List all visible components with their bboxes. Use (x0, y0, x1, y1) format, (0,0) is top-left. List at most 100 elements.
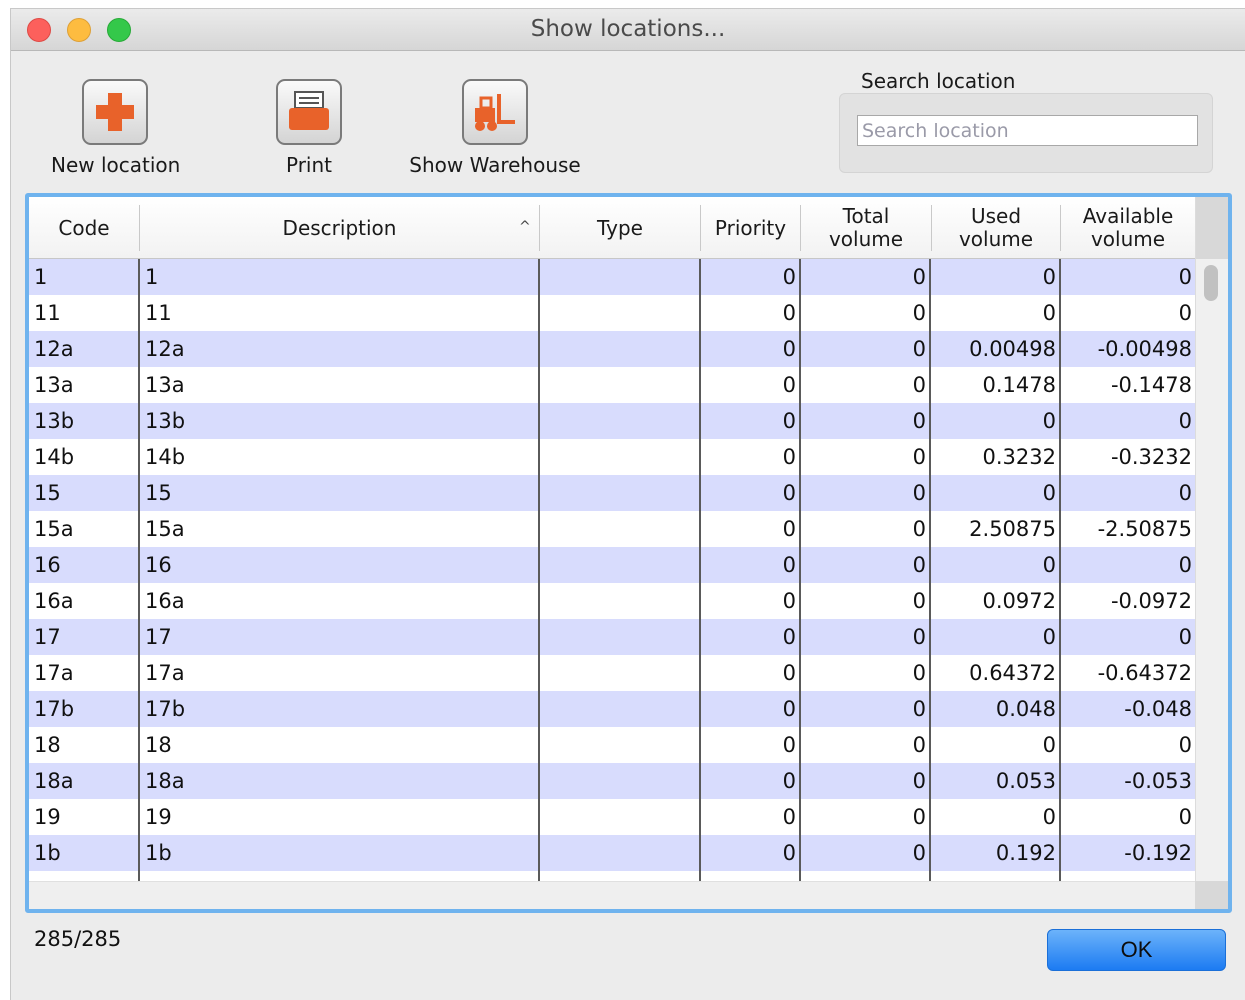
title-bar[interactable]: Show locations... (11, 9, 1245, 51)
plus-icon (82, 79, 148, 145)
cell-priority: 0 (782, 553, 796, 577)
table-row[interactable]: 12a 12a 0 0 0.00498 -0.00498 (29, 331, 1195, 367)
cell-used-volume: 0.1478 (982, 373, 1056, 397)
table-row[interactable]: 16 16 0 0 0 0 (29, 547, 1195, 583)
table-row[interactable]: 18 18 0 0 0 0 (29, 727, 1195, 763)
table-row[interactable]: 15a 15a 0 0 2.50875 -2.50875 (29, 511, 1195, 547)
cell-code: 12a (34, 337, 74, 361)
cell-priority: 0 (782, 805, 796, 829)
table-row[interactable]: 1b 1b 0 0 0.192 -0.192 (29, 835, 1195, 871)
cell-used-volume: 0 (1042, 409, 1056, 433)
search-input[interactable] (857, 115, 1198, 146)
cell-priority: 0 (782, 769, 796, 793)
cell-available-volume: -0.048 (1124, 697, 1192, 721)
new-location-label: New location (51, 153, 181, 177)
cell-available-volume: -2.50875 (1097, 517, 1192, 541)
cell-priority: 0 (782, 841, 796, 865)
cell-available-volume: 0 (1178, 301, 1192, 325)
cell-used-volume: 0 (1042, 301, 1056, 325)
cell-code: 1 (34, 265, 48, 289)
show-locations-window: Show locations... New location Print Sho… (10, 8, 1245, 1000)
table-row[interactable]: 19 19 0 0 0 0 (29, 799, 1195, 835)
table-row[interactable]: 11 11 0 0 0 0 (29, 295, 1195, 331)
cell-total-volume: 0 (912, 337, 926, 361)
cell-description: 16 (145, 553, 172, 577)
cell-used-volume: 0.00498 (969, 337, 1056, 361)
show-warehouse-button[interactable]: Show Warehouse (405, 79, 585, 177)
cell-code: 1b (34, 841, 61, 865)
cell-code: 18 (34, 733, 61, 757)
table-header: Code Description ^ Type Priority Total v… (29, 197, 1195, 259)
column-header-total-volume[interactable]: Total volume (801, 205, 931, 251)
cell-available-volume: -0.0972 (1110, 589, 1192, 613)
cell-type (540, 511, 699, 547)
column-header-description[interactable]: Description (140, 205, 539, 251)
cell-available-volume: -0.00498 (1097, 337, 1192, 361)
cell-available-volume: 0 (1178, 265, 1192, 289)
print-button[interactable]: Print (261, 79, 357, 177)
table-row[interactable]: 17b 17b 0 0 0.048 -0.048 (29, 691, 1195, 727)
cell-description: 15 (145, 481, 172, 505)
new-location-button[interactable]: New location (51, 79, 181, 177)
table-row[interactable]: 18a 18a 0 0 0.053 -0.053 (29, 763, 1195, 799)
cell-type (540, 799, 699, 835)
cell-description: 17a (145, 661, 185, 685)
cell-available-volume: 0 (1178, 553, 1192, 577)
cell-code: 18a (34, 769, 74, 793)
cell-available-volume: 0 (1178, 481, 1192, 505)
table-row[interactable]: 14b 14b 0 0 0.3232 -0.3232 (29, 439, 1195, 475)
locations-table[interactable]: Code Description ^ Type Priority Total v… (25, 193, 1232, 913)
cell-total-volume: 0 (912, 265, 926, 289)
table-row[interactable]: 1 1 0 0 0 0 (29, 259, 1195, 295)
cell-total-volume: 0 (912, 553, 926, 577)
cell-type (540, 763, 699, 799)
cell-total-volume: 0 (912, 409, 926, 433)
forklift-icon (462, 79, 528, 145)
cell-description: 13a (145, 373, 185, 397)
cell-code: 17 (34, 625, 61, 649)
cell-used-volume: 0.0972 (982, 589, 1056, 613)
cell-code: 16 (34, 553, 61, 577)
cell-available-volume: -0.64372 (1097, 661, 1192, 685)
column-header-code[interactable]: Code (29, 205, 139, 251)
cell-code: 13a (34, 373, 74, 397)
column-header-priority[interactable]: Priority (701, 205, 800, 251)
cell-priority: 0 (782, 445, 796, 469)
cell-type (540, 403, 699, 439)
table-row[interactable]: 16a 16a 0 0 0.0972 -0.0972 (29, 583, 1195, 619)
cell-description: 19 (145, 805, 172, 829)
column-header-available-volume[interactable]: Available volume (1061, 205, 1195, 251)
cell-used-volume: 2.50875 (969, 517, 1056, 541)
cell-type (540, 619, 699, 655)
cell-code: 15 (34, 481, 61, 505)
cell-type (540, 367, 699, 403)
cell-code: 14b (34, 445, 75, 469)
cell-code: 17b (34, 697, 75, 721)
table-row[interactable]: 17 17 0 0 0 0 (29, 619, 1195, 655)
cell-total-volume: 0 (912, 805, 926, 829)
cell-total-volume: 0 (912, 517, 926, 541)
cell-used-volume: 0 (1042, 733, 1056, 757)
cell-description: 18a (145, 769, 185, 793)
cell-total-volume: 0 (912, 445, 926, 469)
ok-button[interactable]: OK (1047, 929, 1226, 971)
cell-used-volume: 0.3232 (982, 445, 1056, 469)
cell-total-volume: 0 (912, 841, 926, 865)
column-header-type[interactable]: Type (540, 205, 700, 251)
table-row[interactable]: 13a 13a 0 0 0.1478 -0.1478 (29, 367, 1195, 403)
cell-priority: 0 (782, 697, 796, 721)
cell-description: 15a (145, 517, 185, 541)
cell-total-volume: 0 (912, 301, 926, 325)
table-row[interactable]: 17a 17a 0 0 0.64372 -0.64372 (29, 655, 1195, 691)
horizontal-scrollbar[interactable] (29, 881, 1195, 909)
cell-type (540, 691, 699, 727)
table-row[interactable]: 13b 13b 0 0 0 0 (29, 403, 1195, 439)
cell-total-volume: 0 (912, 769, 926, 793)
scrollbar-thumb[interactable] (1204, 265, 1218, 301)
column-header-used-volume[interactable]: Used volume (932, 205, 1060, 251)
vertical-scrollbar[interactable] (1195, 197, 1228, 909)
cell-total-volume: 0 (912, 697, 926, 721)
table-row[interactable]: 15 15 0 0 0 0 (29, 475, 1195, 511)
search-label: Search location (861, 69, 1016, 93)
cell-used-volume: 0.053 (995, 769, 1056, 793)
